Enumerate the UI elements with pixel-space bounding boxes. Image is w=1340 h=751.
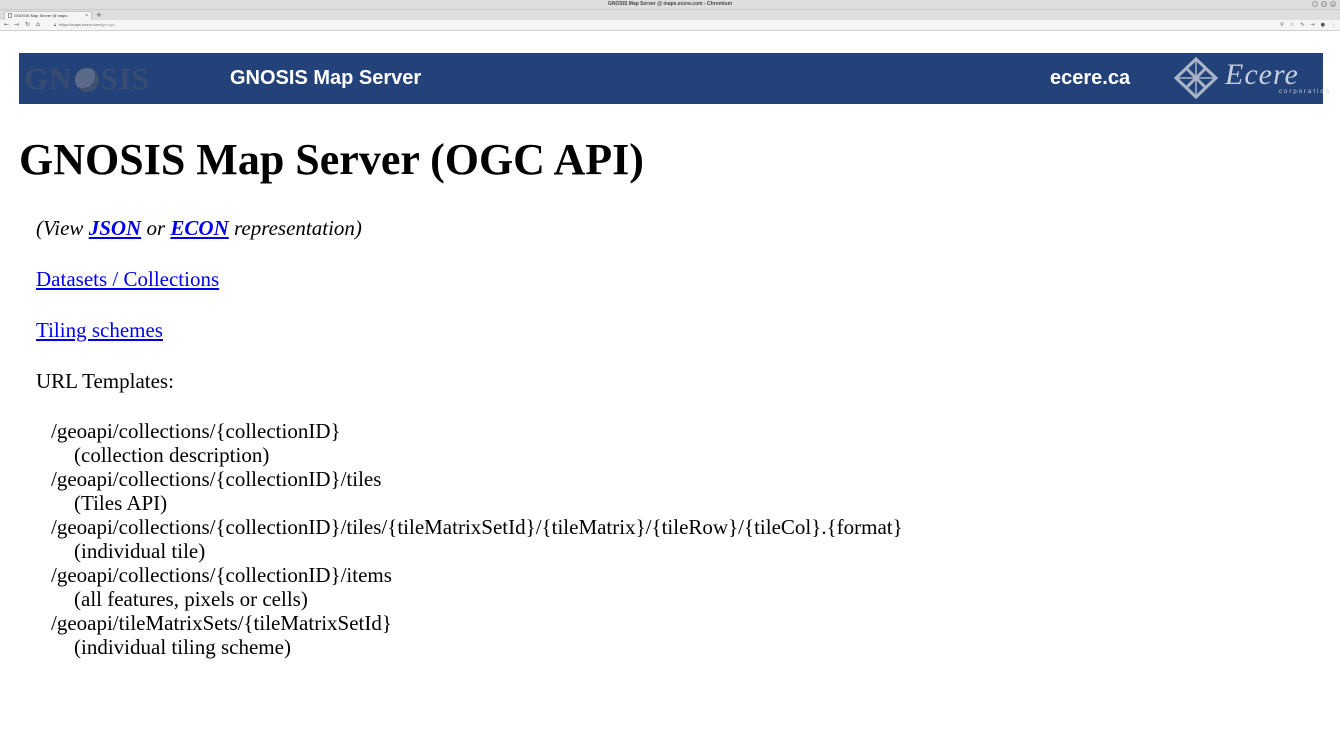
template-description: (Tiles API) bbox=[74, 491, 168, 515]
tab-title: GNOSIS Map Server @ maps bbox=[14, 13, 68, 18]
template-description: (individual tile) bbox=[74, 539, 206, 563]
address-bar[interactable]: 🔒︎ https://maps.ecere.com/geoapi/ bbox=[54, 21, 1284, 29]
ecere-logo[interactable]: Ecere corporation bbox=[1171, 56, 1329, 100]
template-description: (all features, pixels or cells) bbox=[74, 587, 308, 611]
globe-icon bbox=[74, 68, 99, 92]
lock-icon: 🔒︎ bbox=[54, 22, 57, 27]
list-item: /geoapi/collections/{collectionID}/tiles… bbox=[51, 467, 903, 515]
ecere-knot-icon bbox=[1173, 56, 1219, 100]
url-host: https://maps.ecere.com/ bbox=[59, 22, 102, 27]
window-title: GNOSIS Map Server @ maps.ecere.com - Chr… bbox=[607, 1, 733, 7]
template-path: /geoapi/collections/{collectionID} bbox=[51, 419, 341, 443]
ecere-logo-subtitle: corporation bbox=[1279, 89, 1332, 95]
home-icon[interactable]: ⌂ bbox=[36, 20, 40, 30]
window-controls: – □ × bbox=[1312, 1, 1336, 7]
maximize-icon[interactable]: □ bbox=[1321, 1, 1327, 7]
new-tab-icon[interactable]: + bbox=[96, 11, 102, 19]
forward-icon[interactable]: → bbox=[14, 20, 19, 30]
view-prefix: (View bbox=[36, 216, 89, 240]
url-path: geoapi/ bbox=[101, 22, 115, 27]
zoom-icon[interactable]: ⚲ bbox=[1280, 20, 1284, 30]
close-icon[interactable]: × bbox=[1330, 1, 1336, 7]
site-banner: GN SIS GNOSIS Map Server ecere.ca Ecere c… bbox=[19, 53, 1329, 104]
list-item: /geoapi/tileMatrixSets/{tileMatrixSetId}… bbox=[51, 611, 903, 659]
template-path: /geoapi/collections/{collectionID}/tiles… bbox=[51, 515, 903, 539]
logo-text-end: SIS bbox=[100, 61, 151, 96]
banner-title: GNOSIS Map Server bbox=[230, 67, 422, 89]
toolbar-actions: ⚲ ☆ ✎ ⇥ ● ⋮ bbox=[1280, 20, 1336, 30]
reload-icon[interactable]: ↻ bbox=[25, 20, 30, 30]
back-icon[interactable]: ← bbox=[4, 20, 9, 30]
page-icon bbox=[8, 13, 12, 19]
representation-line: (View JSON or ECON representation) bbox=[36, 216, 362, 240]
extension-icon[interactable]: ✎ bbox=[1300, 20, 1304, 30]
logo-text-start: GN bbox=[24, 61, 73, 96]
econ-link[interactable]: ECON bbox=[170, 216, 228, 240]
tab-strip: GNOSIS Map Server @ maps × + bbox=[0, 10, 1340, 20]
datasets-collections-link[interactable]: Datasets / Collections bbox=[36, 267, 219, 291]
view-or: or bbox=[141, 216, 171, 240]
list-item: /geoapi/collections/{collectionID} (coll… bbox=[51, 419, 903, 467]
url-templates-label: URL Templates: bbox=[36, 369, 174, 393]
template-description: (individual tiling scheme) bbox=[74, 635, 291, 659]
list-item: /geoapi/collections/{collectionID}/items… bbox=[51, 563, 903, 611]
json-link[interactable]: JSON bbox=[89, 216, 142, 240]
tiling-schemes-link[interactable]: Tiling schemes bbox=[36, 318, 163, 342]
browser-titlebar: GNOSIS Map Server @ maps.ecere.com - Chr… bbox=[0, 0, 1340, 10]
cast-icon[interactable]: ⇥ bbox=[1310, 20, 1314, 30]
banner-domain-link[interactable]: ecere.ca bbox=[1050, 53, 1130, 104]
tab-active[interactable]: GNOSIS Map Server @ maps × bbox=[4, 11, 92, 20]
page-title: GNOSIS Map Server (OGC API) bbox=[19, 135, 644, 184]
template-path: /geoapi/tileMatrixSets/{tileMatrixSetId} bbox=[51, 611, 392, 635]
list-item: /geoapi/collections/{collectionID}/tiles… bbox=[51, 515, 903, 563]
minimize-icon[interactable]: – bbox=[1312, 1, 1318, 7]
gnosis-logo[interactable]: GN SIS bbox=[24, 58, 150, 100]
bookmark-star-icon[interactable]: ☆ bbox=[1290, 20, 1294, 30]
template-path: /geoapi/collections/{collectionID}/tiles bbox=[51, 467, 382, 491]
tab-close-icon[interactable]: × bbox=[85, 12, 88, 20]
template-path: /geoapi/collections/{collectionID}/items bbox=[51, 563, 392, 587]
menu-icon[interactable]: ⋮ bbox=[1331, 20, 1336, 30]
ecere-logo-text: Ecere bbox=[1225, 58, 1299, 91]
url-templates-list: /geoapi/collections/{collectionID} (coll… bbox=[51, 419, 903, 659]
template-description: (collection description) bbox=[74, 443, 270, 467]
view-suffix: representation) bbox=[228, 216, 362, 240]
browser-toolbar: ← → ↻ ⌂ 🔒︎ https://maps.ecere.com/geoapi/… bbox=[0, 20, 1340, 31]
profile-icon[interactable]: ● bbox=[1321, 20, 1325, 30]
